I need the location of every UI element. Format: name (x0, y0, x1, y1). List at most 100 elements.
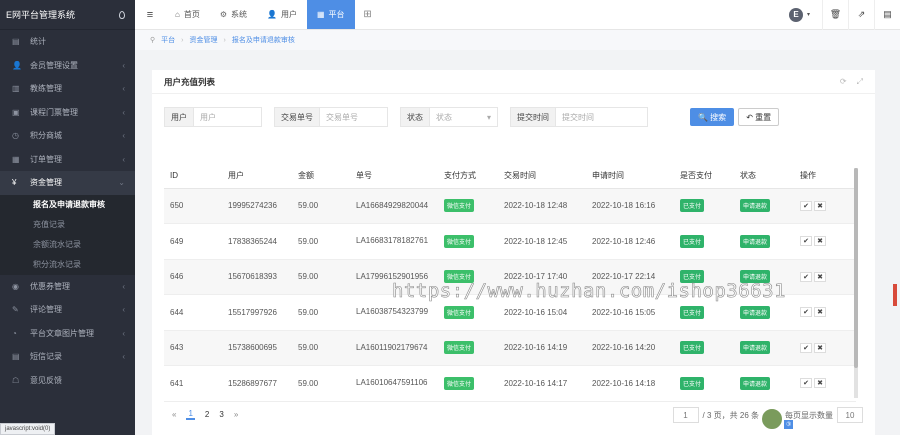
chevron-icon: ‹ (122, 281, 125, 291)
sidebar-item[interactable]: ▥ 教练管理 ‹ (0, 77, 135, 101)
external-link-icon[interactable]: ⇗ (848, 0, 874, 30)
cell-pay: 微信支付 (438, 188, 498, 224)
reject-icon[interactable]: ✖ (814, 307, 826, 318)
cell-paid: 已支付 (674, 223, 734, 260)
sidebar-item[interactable]: ◷ 积分商城 ‹ (0, 124, 135, 148)
brand-bar: E网平台管理系统 (0, 0, 135, 30)
sidebar-item-label: 会员管理设置 (30, 60, 78, 70)
reject-icon[interactable]: ✖ (814, 378, 826, 389)
cell-status: 申请退款 (734, 223, 794, 260)
chevron-down-icon[interactable]: ▾ (807, 11, 810, 18)
sidebar-item[interactable]: ✎ 评论管理 ‹ (0, 298, 135, 322)
time-input[interactable]: 提交时间 (556, 107, 648, 127)
cell-apply_time: 2022-10-18 16:16 (586, 188, 674, 224)
status-label: 状态 (400, 107, 430, 127)
status-badge: 申请退款 (740, 199, 771, 213)
cell-user: 17838365244 (222, 223, 292, 260)
trash-icon[interactable]: 🗑 (822, 0, 848, 30)
top-tab[interactable]: 👤 用户 (257, 0, 307, 29)
sidebar-item[interactable]: ▤ 统计 (0, 30, 135, 54)
cell-id: 643 (164, 330, 222, 366)
sidebar-subitem[interactable]: 余额流水记录 (0, 235, 135, 255)
breadcrumb-sep: › (181, 36, 184, 44)
reject-icon[interactable]: ✖ (814, 200, 826, 211)
cell-paid: 已支付 (674, 365, 734, 402)
avatar[interactable]: E (788, 7, 803, 22)
sidebar-item[interactable]: ◉ 优惠券管理 ‹ (0, 275, 135, 299)
reject-icon[interactable]: ✖ (814, 236, 826, 247)
cell-pay: 微信支付 (438, 223, 498, 260)
sidebar-subitem[interactable]: 积分流水记录 (0, 255, 135, 275)
sidebar-item-label: 资金管理 (30, 178, 62, 188)
page-button[interactable]: 3 (219, 410, 223, 419)
sidebar-item-label: 订单管理 (30, 154, 62, 164)
top-tab[interactable]: ⌂ 首页 (165, 0, 210, 29)
cell-id: 644 (164, 294, 222, 331)
cell-id: 650 (164, 188, 222, 224)
sidebar-item-label: 优惠券管理 (30, 281, 70, 291)
watermark: https://www.huzhan.com/ishop36631 (392, 280, 786, 303)
sidebar-item[interactable]: ¥ 资金管理 ⌄ (0, 171, 135, 195)
next-page-button[interactable]: » (234, 410, 238, 419)
order-input[interactable]: 交易单号 (320, 107, 388, 127)
breadcrumb-item[interactable]: 报名及申请退款审核 (232, 35, 295, 45)
brand-title: E网平台管理系统 (6, 10, 76, 20)
cell-pay: 微信支付 (438, 365, 498, 402)
cell-user: 15517997926 (222, 294, 292, 331)
scrollbar-thumb[interactable] (854, 168, 858, 368)
pagination: « 1 2 3 » (172, 409, 238, 420)
approve-icon[interactable]: ✔ (800, 378, 812, 389)
per-page-input[interactable]: 10 (837, 407, 863, 423)
status-select-value: 状态 (436, 112, 452, 122)
pay-method-badge: 微信支付 (444, 199, 475, 213)
sidebar-subitem[interactable]: 充值记录 (0, 215, 135, 235)
approve-icon[interactable]: ✔ (800, 200, 812, 211)
sidebar-subitem[interactable]: 报名及申请退款审核 (0, 195, 135, 215)
top-tab[interactable]: ▦ 平台 (306, 0, 355, 29)
chevron-icon: ‹ (122, 131, 125, 141)
approve-icon[interactable]: ✔ (800, 342, 812, 353)
menu-toggle-icon[interactable]: ≡ (135, 0, 165, 29)
sidebar-item[interactable]: ▦ 订单管理 ‹ (0, 148, 135, 172)
cell-paid: 已支付 (674, 188, 734, 224)
approve-icon[interactable]: ✔ (800, 307, 812, 318)
prev-page-button[interactable]: « (172, 410, 176, 419)
cell-trade_time: 2022-10-18 12:45 (498, 223, 586, 260)
top-tab[interactable]: ⚙ 系统 (210, 0, 257, 29)
status-filter: 状态 状态 ▾ (400, 107, 498, 127)
drop-icon[interactable] (119, 10, 125, 19)
menu-icon: 👤 (12, 60, 22, 70)
status-select[interactable]: 状态 ▾ (430, 107, 498, 127)
reject-icon[interactable]: ✖ (814, 342, 826, 353)
sidebar-item[interactable]: ▤ 短信记录 ‹ (0, 345, 135, 369)
cell-status: 申请退款 (734, 365, 794, 402)
sidebar-item[interactable]: ◔ 平台文章图片管理 ‹ (0, 322, 135, 346)
page-button[interactable]: 2 (205, 410, 209, 419)
cell-user: 15670618393 (222, 259, 292, 295)
grid-icon[interactable]: ⊞ (355, 0, 381, 29)
float-avatar[interactable] (760, 407, 784, 431)
fullscreen-icon[interactable]: ⤢ (857, 77, 863, 87)
chevron-icon: ‹ (122, 154, 125, 164)
table-row: 643 15738600695 59.00 LA16011902179674 微信支付 2… (164, 330, 856, 366)
breadcrumb-item[interactable]: 资金管理 (189, 35, 217, 45)
paid-badge: 已支付 (680, 199, 705, 213)
page-button[interactable]: 1 (186, 409, 195, 420)
list-icon[interactable]: ▤ (874, 0, 900, 30)
goto-page-input[interactable]: 1 (672, 407, 699, 423)
sidebar-item[interactable]: ☖ 意见反馈 (0, 369, 135, 393)
breadcrumb-item[interactable]: 平台 (161, 35, 175, 45)
sidebar-item[interactable]: ▣ 课程门票管理 ‹ (0, 101, 135, 125)
cell-pay: 微信支付 (438, 330, 498, 366)
sidebar: E网平台管理系统 ▤ 统计 👤 会员管理设置 ‹ ▥ 教练管理 ‹ ▣ 课程门票管理 ‹ ◷ 积分商城 ‹… (0, 0, 135, 435)
reject-icon[interactable]: ✖ (814, 271, 826, 282)
reset-button[interactable]: ↶ 重置 (738, 108, 780, 126)
table-scrollbar[interactable] (854, 168, 858, 398)
sidebar-item[interactable]: 👤 会员管理设置 ‹ (0, 54, 135, 78)
user-input[interactable]: 用户 (194, 107, 262, 127)
search-button[interactable]: 🔍 搜索 (690, 108, 735, 126)
table-row: 649 17838365244 59.00 LA16683178182761 微信支付 2… (164, 223, 856, 260)
refresh-icon[interactable]: ⟳ (840, 77, 847, 87)
approve-icon[interactable]: ✔ (800, 236, 812, 247)
approve-icon[interactable]: ✔ (800, 271, 812, 282)
